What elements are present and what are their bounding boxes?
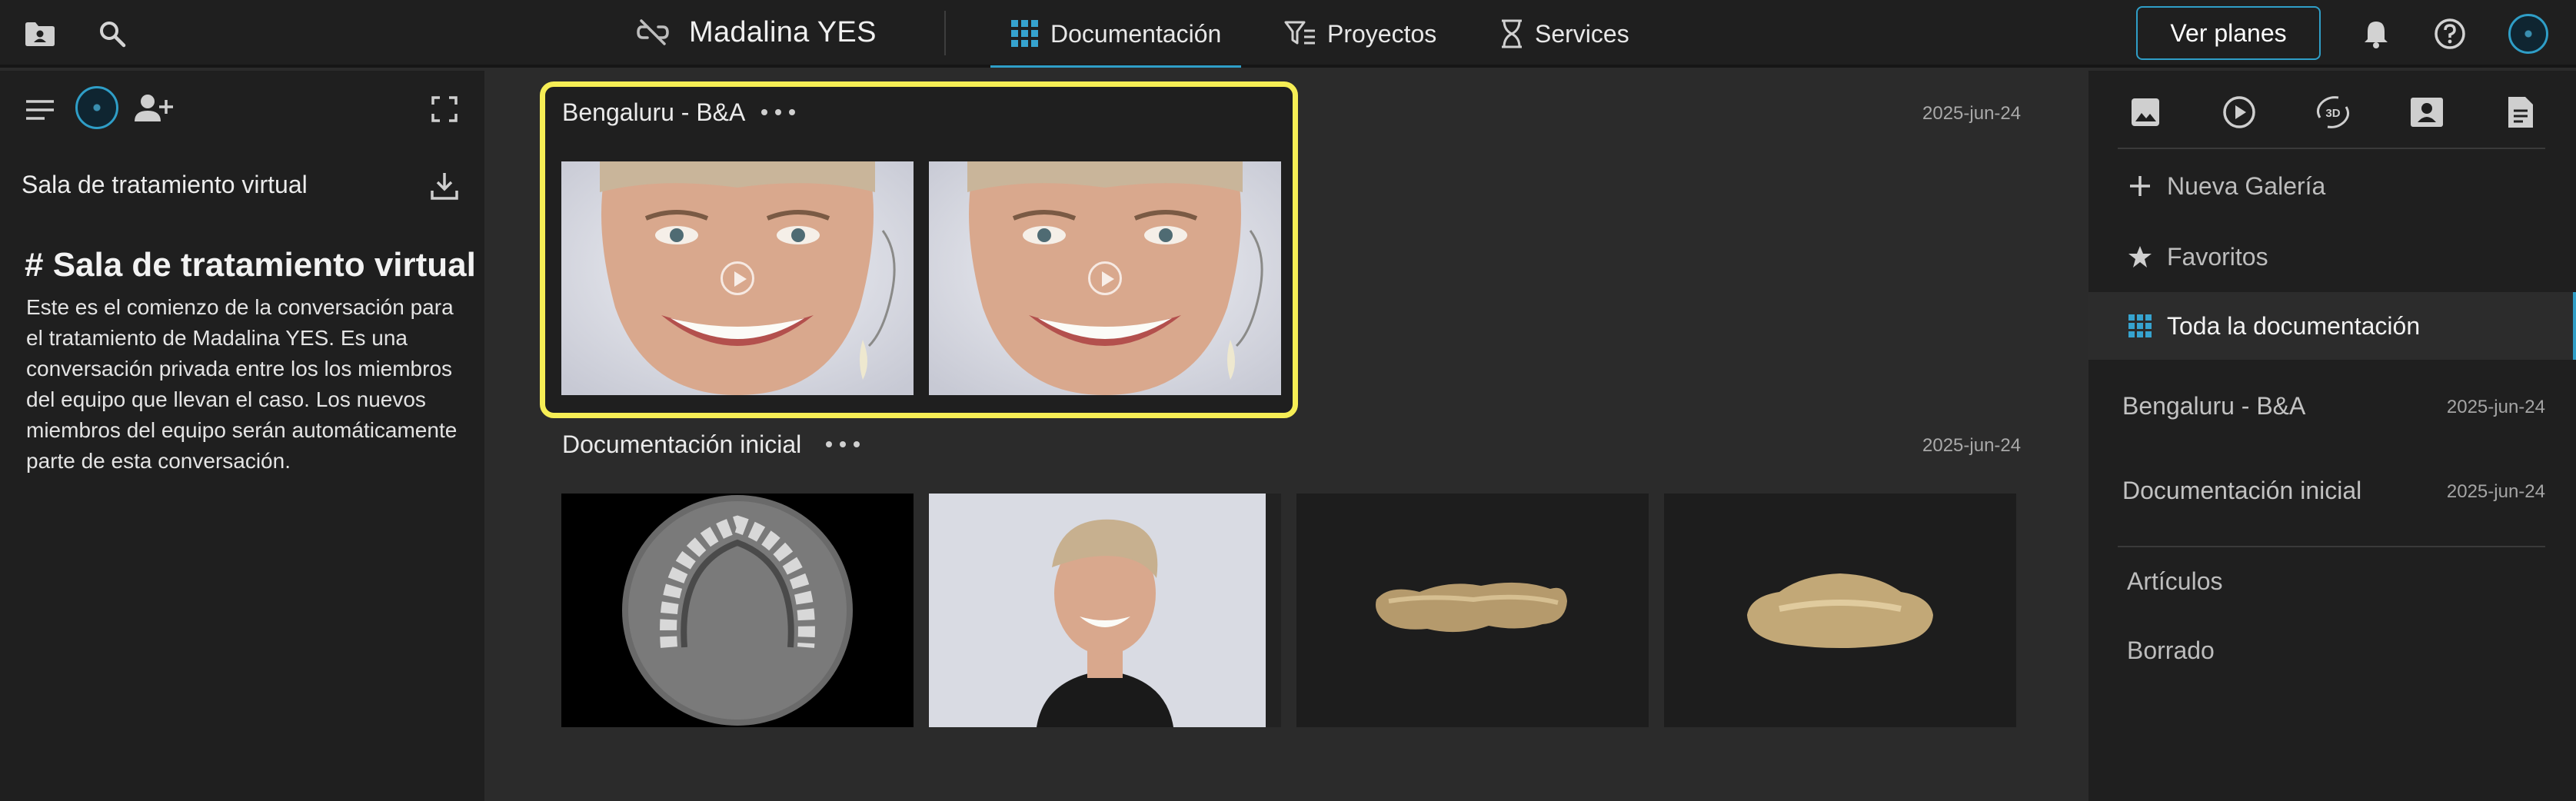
folder-user-icon[interactable]: [22, 15, 58, 52]
gallery-title[interactable]: Bengaluru - B&A: [562, 98, 745, 127]
gallery-list-date: 2025-jun-24: [2446, 481, 2545, 502]
video-thumbnail[interactable]: [929, 161, 1281, 395]
add-member-icon[interactable]: [132, 92, 174, 125]
search-icon[interactable]: [94, 15, 131, 52]
fullscreen-icon[interactable]: [431, 95, 458, 123]
3d-model-thumbnail[interactable]: [1664, 494, 2016, 727]
all-documentation-label: Toda la documentación: [2167, 311, 2421, 340]
room-heading: # Sala de tratamiento virtual: [25, 246, 476, 284]
deleted-link[interactable]: Borrado: [2127, 636, 2215, 665]
tab-services[interactable]: Services: [1499, 11, 1629, 57]
play-icon[interactable]: [1088, 261, 1122, 295]
gallery-list-item[interactable]: Bengaluru - B&A 2025-jun-24: [2088, 375, 2576, 437]
tab-label: Proyectos: [1327, 19, 1437, 48]
favorites-item[interactable]: Favoritos: [2088, 223, 2576, 291]
unlink-icon[interactable]: [635, 18, 671, 47]
video-thumbnail[interactable]: [561, 161, 914, 395]
gallery-date: 2025-jun-24: [1922, 435, 2022, 456]
video-icon[interactable]: [2218, 91, 2261, 134]
document-icon[interactable]: [2499, 91, 2542, 134]
view-plans-button[interactable]: Ver planes: [2136, 6, 2321, 60]
tab-proyectos[interactable]: Proyectos: [1284, 11, 1436, 57]
bell-icon[interactable]: [2358, 15, 2395, 52]
gallery-list-name: Documentación inicial: [2122, 477, 2362, 504]
articles-link[interactable]: Artículos: [2127, 567, 2222, 596]
gallery-date: 2025-jun-24: [1922, 103, 2022, 124]
presentation-icon[interactable]: [2405, 91, 2448, 134]
download-icon[interactable]: [429, 171, 460, 201]
play-icon[interactable]: [721, 261, 754, 295]
grid-icon: [1010, 19, 1040, 48]
gallery-list-date: 2025-jun-24: [2446, 397, 2545, 417]
filter-list-icon: [1284, 20, 1316, 48]
portrait-thumbnail[interactable]: [929, 494, 1281, 727]
tab-label: Documentación: [1050, 19, 1222, 48]
divider: [2118, 546, 2545, 547]
svg-text:3D: 3D: [2325, 107, 2340, 120]
grid-icon: [2127, 313, 2153, 339]
conversation-panel: Sala de tratamiento virtual # Sala de tr…: [0, 71, 484, 801]
room-description: Este es el comienzo de la conversación p…: [26, 295, 458, 473]
hourglass-icon: [1499, 19, 1524, 48]
new-gallery-item[interactable]: Nueva Galería: [2088, 152, 2576, 220]
image-icon[interactable]: [2124, 91, 2167, 134]
help-icon[interactable]: [2431, 15, 2468, 52]
documentation-panel: 3D Nueva Galería Favoritos Toda la docum…: [2088, 71, 2576, 801]
new-gallery-label: Nueva Galería: [2167, 171, 2326, 200]
top-bar: Madalina YES Documentación Proyectos Ser…: [0, 0, 2576, 68]
more-options-icon[interactable]: [826, 435, 860, 454]
gallery-title[interactable]: Documentación inicial: [562, 430, 801, 459]
divider: [2118, 148, 2545, 149]
tab-documentacion[interactable]: Documentación: [990, 11, 1242, 68]
gallery-list-item[interactable]: Documentación inicial 2025-jun-24: [2088, 460, 2576, 521]
patient-name: Madalina YES: [689, 15, 877, 48]
user-avatar[interactable]: [2508, 14, 2548, 54]
title-divider: [944, 11, 946, 55]
plus-icon: [2127, 173, 2153, 199]
ct-scan-thumbnail[interactable]: [561, 494, 914, 727]
patient-title: Madalina YES: [635, 11, 877, 54]
gallery-list-name: Bengaluru - B&A: [2122, 392, 2306, 420]
3d-icon[interactable]: 3D: [2311, 91, 2355, 134]
menu-icon[interactable]: [25, 98, 55, 121]
all-documentation-item[interactable]: Toda la documentación: [2088, 292, 2576, 360]
favorites-label: Favoritos: [2167, 242, 2268, 271]
member-avatar[interactable]: [75, 86, 118, 129]
3d-model-thumbnail[interactable]: [1296, 494, 1649, 727]
room-label: Sala de tratamiento virtual: [22, 171, 308, 198]
star-icon: [2127, 244, 2153, 270]
tab-label: Services: [1535, 19, 1629, 48]
more-options-icon[interactable]: [761, 103, 795, 121]
